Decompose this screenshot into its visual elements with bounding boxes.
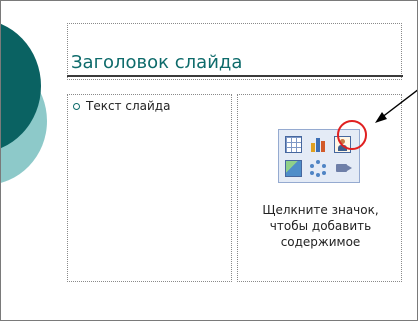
pointer-arrow-icon bbox=[375, 89, 417, 123]
slide-canvas: Заголовок слайда Текст слайда Щелкните з… bbox=[0, 0, 418, 321]
